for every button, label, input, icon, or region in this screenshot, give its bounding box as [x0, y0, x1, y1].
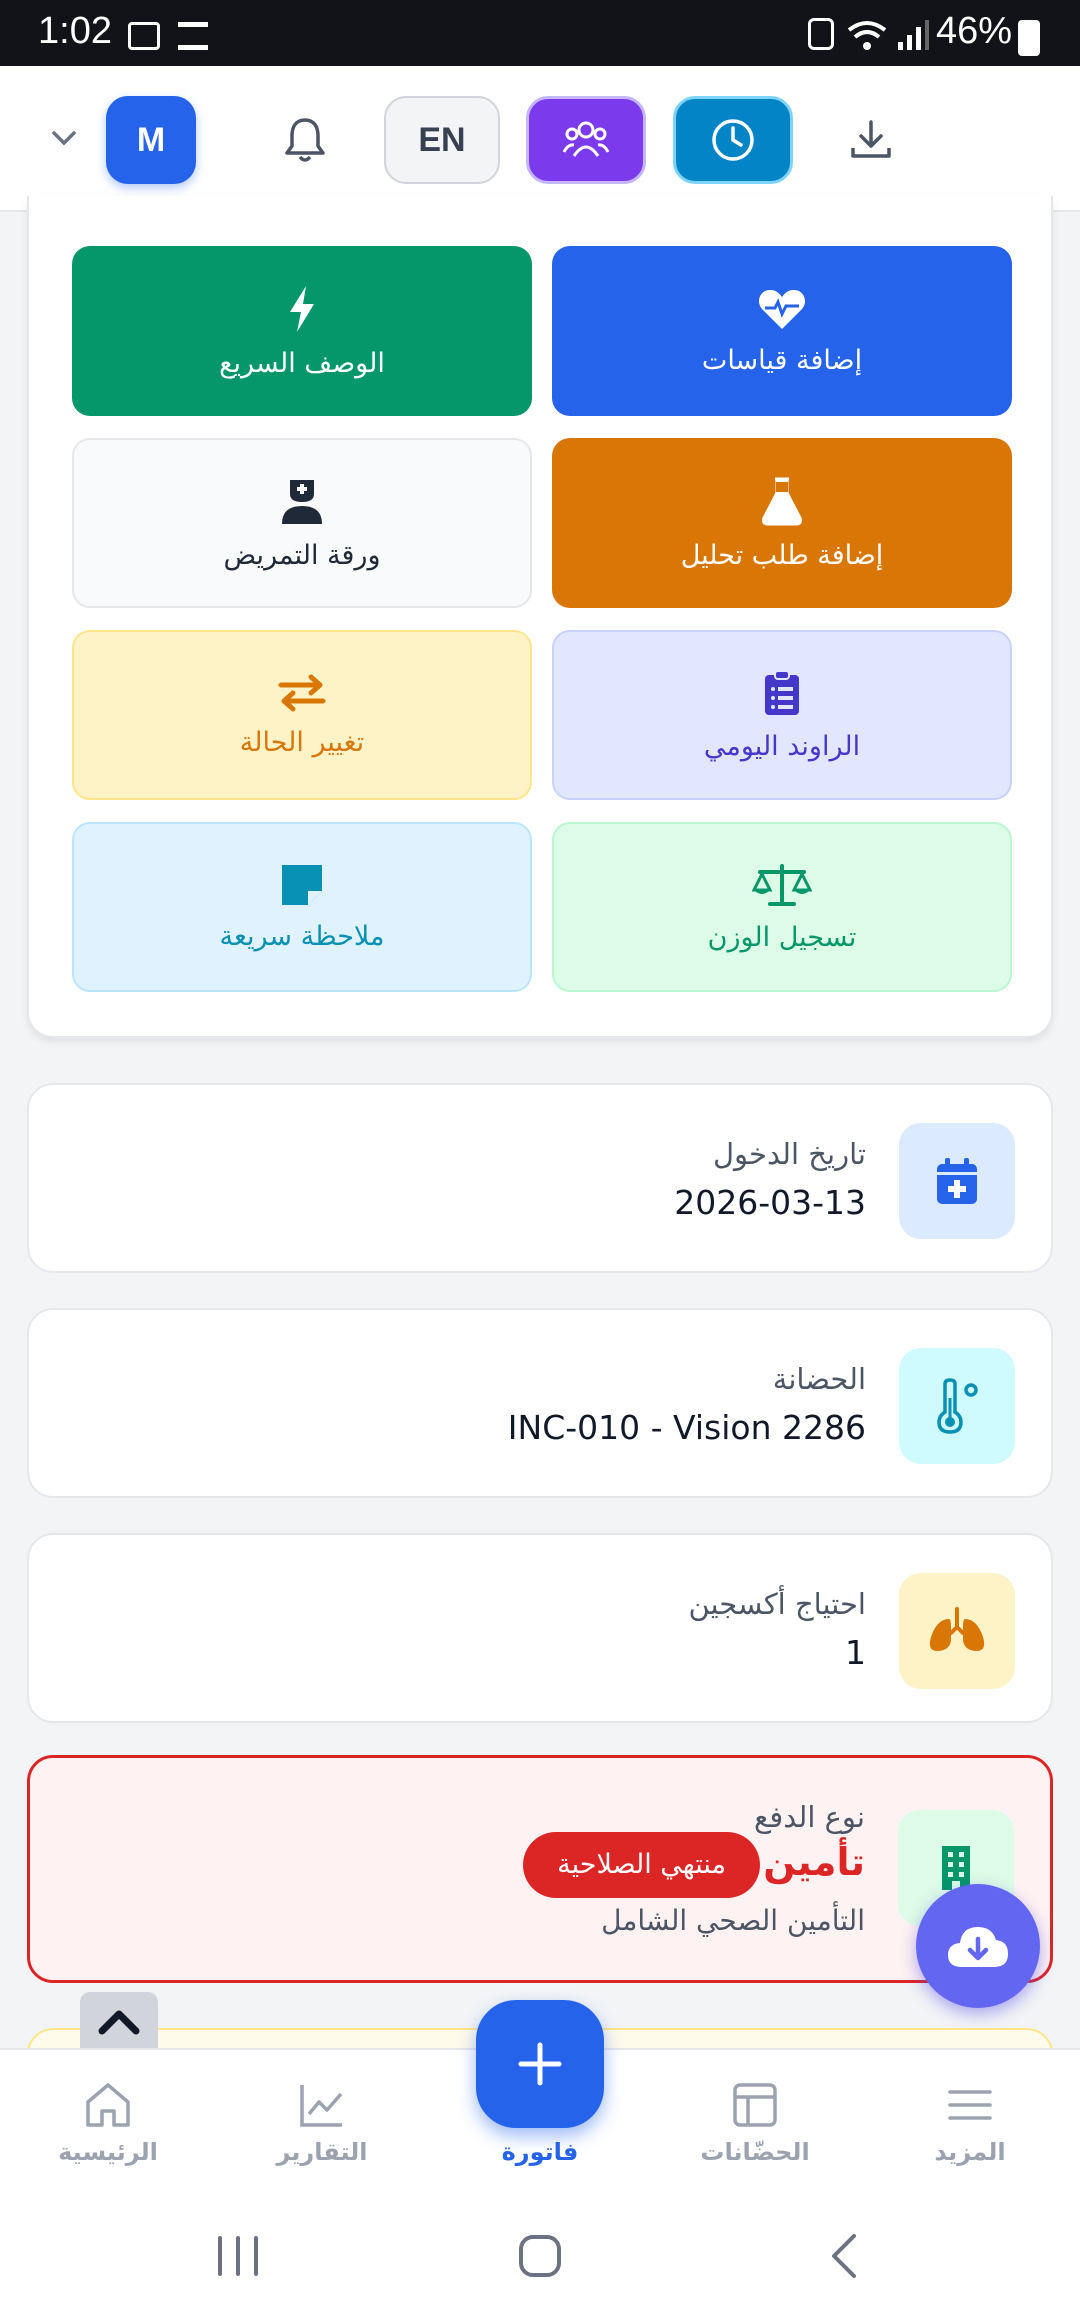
- add-lab-request-button[interactable]: إضافة طلب تحليل: [552, 438, 1012, 608]
- oxygen-need-label: احتياج أكسجين: [688, 1587, 866, 1621]
- menu-icon: [948, 2090, 992, 2120]
- admission-date-value: 2026-03-13: [674, 1183, 866, 1222]
- nav-home-label: الرئيسية: [58, 2138, 158, 2166]
- nav-more-label: المزيد: [934, 2138, 1006, 2166]
- layout-panel-icon: [733, 2083, 777, 2127]
- nav-incubators-label: الحضّانات: [700, 2138, 810, 2166]
- history-button[interactable]: [673, 96, 793, 184]
- daily-round-button[interactable]: الراوند اليومي: [552, 630, 1012, 800]
- user-avatar-button[interactable]: M: [106, 96, 196, 184]
- notifications-button[interactable]: [260, 96, 350, 184]
- incubator-card: الحضانة INC-010 - Vision 2286: [27, 1308, 1053, 1498]
- tile-label: ملاحظة سريعة: [219, 920, 385, 952]
- back-icon[interactable]: [826, 2232, 862, 2280]
- nurse-icon: [282, 479, 322, 524]
- payment-type-label: نوع الدفع: [754, 1800, 865, 1834]
- home-icon: [86, 2083, 130, 2127]
- bolt-icon: [290, 285, 314, 332]
- quick-actions-card: إضافة قياسات الوصف السريع إضافة طلب تحلي…: [27, 196, 1053, 1038]
- nav-more[interactable]: المزيد: [880, 2080, 1060, 2166]
- home-system-icon[interactable]: [516, 2232, 564, 2280]
- recent-apps-icon[interactable]: [214, 2234, 262, 2278]
- admission-icon-box: [899, 1123, 1015, 1239]
- add-invoice-fab[interactable]: [476, 2000, 604, 2128]
- patients-group-button[interactable]: [526, 96, 646, 184]
- language-toggle-button[interactable]: EN: [384, 96, 500, 184]
- thermometer-icon: [937, 1378, 978, 1434]
- plus-icon: [518, 2042, 562, 2086]
- tile-label: إضافة قياسات: [701, 344, 863, 376]
- user-initial: M: [136, 120, 166, 159]
- status-time: 1:02: [38, 10, 112, 52]
- battery-icon: [1018, 20, 1040, 56]
- lungs-icon: [929, 1607, 985, 1651]
- quick-note-button[interactable]: ملاحظة سريعة: [72, 822, 532, 992]
- incubator-label: الحضانة: [772, 1362, 866, 1396]
- payment-type-value: تأمين: [763, 1840, 865, 1884]
- sticky-note-icon: [282, 864, 322, 905]
- battery-percent: 46%: [935, 10, 1012, 52]
- chart-line-icon: [300, 2085, 343, 2127]
- nursing-sheet-button[interactable]: ورقة التمريض: [72, 438, 532, 608]
- clipboard-list-icon: [765, 669, 799, 715]
- incubator-icon-box: [899, 1348, 1015, 1464]
- download-button[interactable]: [826, 96, 916, 184]
- nav-incubators[interactable]: الحضّانات: [665, 2080, 845, 2166]
- nav-invoice-label: فاتورة: [501, 2138, 579, 2166]
- system-navigation-bar: [0, 2198, 1080, 2316]
- app-header: M EN: [0, 66, 1080, 212]
- add-measurements-button[interactable]: إضافة قياسات: [552, 246, 1012, 416]
- language-label: EN: [418, 120, 466, 159]
- incubator-value: INC-010 - Vision 2286: [507, 1408, 866, 1447]
- calendar-plus-icon: [937, 1158, 977, 1204]
- heart-pulse-icon: [758, 289, 806, 329]
- scale-icon: [752, 863, 812, 906]
- recycle-icon: [808, 18, 834, 50]
- status-bar: 1:02 46%: [0, 0, 1080, 66]
- bottom-navigation: الرئيسية التقارير فاتورة الحضّانات المزي…: [0, 2000, 1080, 2198]
- nav-invoice[interactable]: فاتورة: [450, 2000, 630, 2166]
- change-status-button[interactable]: تغيير الحالة: [72, 630, 532, 800]
- oxygen-icon-box: [899, 1573, 1015, 1689]
- cloud-download-fab[interactable]: [916, 1884, 1040, 2008]
- download-icon: [851, 120, 891, 158]
- nav-home[interactable]: الرئيسية: [18, 2080, 198, 2166]
- admission-date-card: تاريخ الدخول 2026-03-13: [27, 1083, 1053, 1273]
- nav-reports[interactable]: التقارير: [232, 2080, 412, 2166]
- tile-label: إضافة طلب تحليل: [680, 539, 884, 571]
- cloud-download-icon: [948, 1927, 1008, 1967]
- tile-label: تسجيل الوزن: [707, 921, 857, 953]
- app-notification-icon: [178, 22, 208, 50]
- chevron-up-icon: [98, 2010, 140, 2035]
- oxygen-need-value: 1: [845, 1633, 866, 1672]
- bell-icon: [285, 118, 325, 162]
- scroll-top-button[interactable]: [80, 1992, 158, 2052]
- signal-icon: [898, 20, 929, 50]
- users-icon: [562, 121, 610, 157]
- record-weight-button[interactable]: تسجيل الوزن: [552, 822, 1012, 992]
- tile-label: ورقة التمريض: [223, 539, 381, 571]
- clock-icon: [712, 119, 754, 161]
- quick-prescription-button[interactable]: الوصف السريع: [72, 246, 532, 416]
- wifi-icon: [847, 21, 887, 50]
- tile-label: الراوند اليومي: [703, 730, 861, 762]
- tile-label: الوصف السريع: [219, 347, 385, 379]
- tile-label: تغيير الحالة: [239, 726, 365, 758]
- expired-badge: منتهي الصلاحية: [523, 1832, 760, 1898]
- swap-arrows-icon: [278, 674, 326, 711]
- gallery-icon: [128, 22, 160, 50]
- flask-icon: [762, 477, 802, 525]
- insurance-provider: التأمين الصحي الشامل: [601, 1904, 865, 1937]
- chevron-down-icon[interactable]: [50, 126, 78, 150]
- admission-date-label: تاريخ الدخول: [712, 1137, 866, 1171]
- payment-type-card: نوع الدفع تأمين منتهي الصلاحية التأمين ا…: [27, 1755, 1053, 1983]
- nav-reports-label: التقارير: [276, 2138, 368, 2166]
- oxygen-need-card: احتياج أكسجين 1: [27, 1533, 1053, 1723]
